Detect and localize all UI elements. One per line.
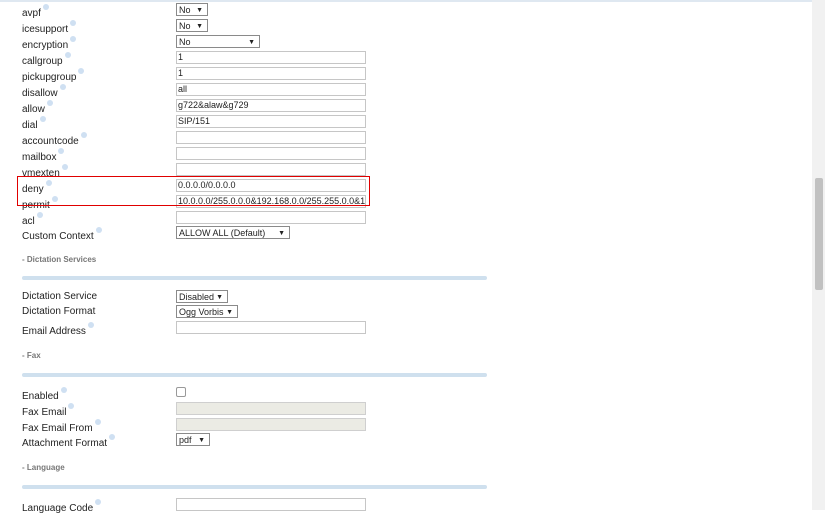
dropdown-arrow-icon: ▼: [198, 437, 205, 444]
field-pickupgroup: pickupgroup 1: [0, 66, 800, 83]
dropdown-arrow-icon: ▼: [248, 39, 255, 46]
help-icon[interactable]: [70, 36, 77, 42]
select-value: No: [179, 37, 191, 47]
field-label: Email Address: [22, 326, 86, 337]
help-icon[interactable]: [109, 434, 116, 440]
highlight-box: [17, 176, 370, 206]
help-icon[interactable]: [87, 322, 94, 328]
callgroup-input[interactable]: 1: [176, 51, 366, 64]
field-dictation-service: Dictation Service Disabled ▼: [0, 289, 800, 305]
help-icon[interactable]: [70, 20, 77, 26]
field-label: Dictation Format: [22, 306, 96, 317]
help-icon[interactable]: [61, 164, 68, 170]
field-label: Language Code: [22, 503, 94, 514]
avpf-select[interactable]: No ▼: [176, 3, 208, 16]
help-icon[interactable]: [68, 403, 75, 409]
dropdown-arrow-icon: ▼: [196, 23, 203, 30]
field-email-address: Email Address: [0, 320, 800, 337]
help-icon[interactable]: [58, 148, 65, 154]
disallow-input[interactable]: all: [176, 83, 366, 96]
help-icon[interactable]: [46, 100, 53, 106]
language-code-input[interactable]: [176, 498, 366, 511]
section-divider: [22, 276, 487, 280]
field-mailbox: mailbox: [0, 146, 800, 163]
help-icon[interactable]: [78, 68, 85, 74]
field-icesupport: icesupport No ▼: [0, 18, 800, 35]
dropdown-arrow-icon: ▼: [196, 7, 203, 14]
field-label: Dictation Service: [22, 291, 98, 302]
attachment-format-select[interactable]: pdf ▼: [176, 433, 210, 446]
help-icon[interactable]: [95, 499, 102, 505]
help-icon[interactable]: [42, 4, 49, 10]
acl-input[interactable]: [176, 211, 366, 224]
select-value: pdf: [179, 435, 192, 445]
section-divider: [22, 373, 487, 377]
custom-context-select[interactable]: ALLOW ALL (Default) ▼: [176, 226, 290, 239]
encryption-select[interactable]: No ▼: [176, 35, 260, 48]
dictation-service-select[interactable]: Disabled ▼: [176, 290, 228, 303]
field-dictation-format: Dictation Format Ogg Vorbis ▼: [0, 304, 800, 320]
field-allow: allow g722&alaw&g729: [0, 98, 800, 115]
field-label: Attachment Format: [22, 438, 108, 449]
field-dial: dial SIP/151: [0, 114, 800, 131]
help-icon[interactable]: [59, 84, 66, 90]
select-value: Ogg Vorbis: [179, 307, 224, 317]
dropdown-arrow-icon: ▼: [226, 309, 233, 316]
section-title-fax: - Fax: [22, 351, 41, 360]
fax-email-input[interactable]: [176, 402, 366, 415]
icesupport-select[interactable]: No ▼: [176, 19, 208, 32]
help-icon[interactable]: [64, 52, 71, 58]
field-encryption: encryption No ▼: [0, 34, 800, 51]
help-icon[interactable]: [80, 132, 87, 138]
select-value: ALLOW ALL (Default): [179, 228, 266, 238]
section-divider: [22, 485, 487, 489]
dropdown-arrow-icon: ▼: [216, 294, 223, 301]
vmexten-input[interactable]: [176, 163, 366, 176]
pickupgroup-input[interactable]: 1: [176, 67, 366, 80]
email-address-input[interactable]: [176, 321, 366, 334]
dictation-format-select[interactable]: Ogg Vorbis ▼: [176, 305, 238, 318]
scrollbar-thumb[interactable]: [815, 178, 823, 290]
dropdown-arrow-icon: ▼: [278, 230, 285, 237]
field-acl: acl: [0, 210, 800, 227]
field-attachment-format: Attachment Format pdf ▼: [0, 432, 800, 449]
field-accountcode: accountcode: [0, 130, 800, 147]
select-value: No: [179, 21, 191, 31]
field-fax-enabled: Enabled: [0, 385, 800, 402]
field-fax-email-from: Fax Email From: [0, 417, 800, 434]
section-title-dictation: - Dictation Services: [22, 255, 97, 264]
allow-input[interactable]: g722&alaw&g729: [176, 99, 366, 112]
help-icon[interactable]: [95, 227, 102, 233]
help-icon[interactable]: [39, 116, 46, 122]
field-language-code: Language Code: [0, 497, 800, 514]
help-icon[interactable]: [36, 212, 43, 218]
section-title-language: - Language: [22, 463, 65, 472]
dial-input[interactable]: SIP/151: [176, 115, 366, 128]
fax-enabled-checkbox[interactable]: [176, 387, 186, 397]
field-fax-email: Fax Email: [0, 401, 800, 418]
help-icon[interactable]: [94, 419, 101, 425]
field-callgroup: callgroup 1: [0, 50, 800, 67]
field-label: Custom Context: [22, 231, 94, 242]
field-disallow: disallow all: [0, 82, 800, 99]
field-avpf: avpf No ▼: [0, 2, 800, 19]
select-value: Disabled: [179, 292, 215, 302]
help-icon[interactable]: [60, 387, 67, 393]
field-custom-context: Custom Context ALLOW ALL (Default) ▼: [0, 225, 800, 242]
mailbox-input[interactable]: [176, 147, 366, 160]
fax-email-from-input[interactable]: [176, 418, 366, 431]
accountcode-input[interactable]: [176, 131, 366, 144]
select-value: No: [179, 5, 191, 15]
